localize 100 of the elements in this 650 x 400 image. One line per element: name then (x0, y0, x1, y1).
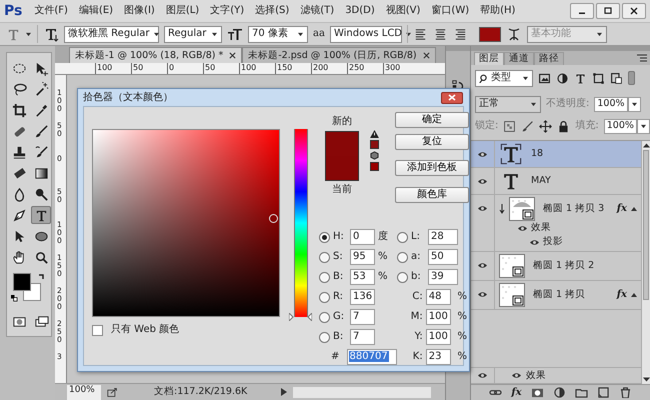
maximize-icon[interactable] (602, 5, 614, 17)
value-field[interactable]: 136 (350, 289, 375, 305)
dodge-icon[interactable] (34, 186, 48, 202)
caret-icon[interactable] (522, 76, 529, 80)
caret-icon[interactable] (211, 32, 218, 36)
dialog-button[interactable]: 复位 (395, 134, 469, 150)
image-filter-icon[interactable] (538, 72, 551, 84)
zoom-icon[interactable] (34, 250, 48, 264)
folder-icon[interactable] (574, 387, 588, 398)
radio-button[interactable] (397, 272, 408, 282)
brush-icon[interactable] (521, 120, 534, 132)
panel-tab[interactable]: 路径 (534, 52, 564, 65)
dialog-button[interactable]: 颜色库 (395, 187, 469, 203)
hue-slider-arrows[interactable] (289, 313, 312, 321)
hand-icon[interactable] (12, 250, 26, 264)
caret-icon[interactable] (630, 102, 638, 106)
value-field[interactable]: 53 (350, 269, 375, 285)
menu-item[interactable]: 文件(F) (34, 5, 68, 17)
close-button[interactable] (441, 92, 463, 104)
gamut-color-swatch[interactable] (370, 140, 378, 149)
value-field[interactable]: 95 (350, 249, 375, 265)
document-tab[interactable]: 未标题-2.psd @ 100% (日历, RGB/8) (242, 46, 436, 63)
eye-icon[interactable] (477, 261, 488, 270)
radio-button[interactable] (319, 252, 330, 262)
lasso-icon[interactable] (12, 82, 26, 96)
eye-icon[interactable] (477, 370, 488, 380)
lock-icon[interactable] (557, 120, 570, 132)
eye-icon[interactable] (477, 290, 488, 299)
menu-item[interactable]: 编辑(E) (78, 5, 114, 17)
mask-icon[interactable] (530, 387, 544, 398)
layer-row[interactable]: 椭圆 1 拷贝 3 fx 效果 投影 (471, 195, 641, 252)
fill-field[interactable]: 100% (604, 118, 637, 134)
smart-object-filter-icon[interactable] (610, 72, 623, 84)
play-arrow-icon[interactable] (281, 388, 288, 396)
layer-name[interactable]: 18 (531, 148, 544, 160)
gradient-icon[interactable] (34, 166, 48, 180)
radio-button[interactable] (319, 332, 330, 342)
radio-button[interactable] (397, 252, 408, 262)
menu-item[interactable]: 滤镜(T) (300, 5, 334, 17)
history-brush-icon[interactable] (34, 144, 48, 160)
text-orientation-icon[interactable] (43, 26, 59, 42)
close-icon[interactable] (422, 52, 430, 59)
color-swatches-drawing[interactable] (13, 273, 41, 301)
eye-icon[interactable] (511, 370, 522, 380)
radio-button[interactable] (319, 272, 330, 282)
layer-row[interactable]: 椭圆 1 拷贝 2 (471, 252, 641, 281)
menu-item[interactable]: 图层(L) (166, 5, 200, 17)
collapse-arrow-icon[interactable] (631, 207, 637, 211)
radio-button[interactable] (397, 232, 408, 242)
menu-item[interactable]: 图像(I) (124, 5, 155, 17)
move-cross-icon[interactable] (539, 120, 552, 132)
scroll-down-icon[interactable] (642, 377, 650, 382)
value-field[interactable]: 50 (428, 249, 458, 265)
dialog-button[interactable]: 添加到色板 (395, 160, 469, 176)
eraser-icon[interactable] (12, 166, 26, 180)
value-field[interactable]: 100 (426, 329, 452, 345)
saturation-brightness-field[interactable] (92, 129, 280, 317)
value-field[interactable]: 0 (350, 229, 375, 245)
font-style-select[interactable]: Regular (164, 26, 222, 42)
scroll-up-icon[interactable] (642, 143, 650, 148)
caret-icon[interactable] (25, 32, 32, 36)
layer-name[interactable]: 椭圆 1 拷贝 3 (543, 203, 604, 215)
opacity-field[interactable]: 100% (594, 96, 628, 112)
eye-icon[interactable] (517, 224, 528, 232)
radio-button[interactable] (319, 292, 330, 302)
pen-nib-icon[interactable] (12, 208, 26, 222)
eye-icon[interactable] (477, 204, 488, 213)
color-picker-ring[interactable] (269, 214, 278, 223)
menu-item[interactable]: 视图(V) (386, 5, 420, 17)
close-icon[interactable] (229, 52, 236, 59)
layer-row[interactable]: 18 (471, 141, 641, 168)
filter-toggle[interactable] (628, 71, 635, 85)
eye-icon[interactable] (477, 177, 488, 186)
value-field[interactable]: 28 (428, 229, 458, 245)
trash-icon[interactable] (618, 387, 632, 398)
layer-name[interactable]: 椭圆 1 拷贝 (533, 289, 586, 301)
text-color-swatch[interactable] (478, 26, 501, 42)
layer-row[interactable]: MAY (471, 168, 641, 195)
caret-icon[interactable] (297, 32, 304, 36)
value-field[interactable]: 7 (350, 329, 375, 345)
filter-select[interactable]: 类型 (475, 70, 533, 86)
brush-icon[interactable] (34, 124, 48, 138)
font-size-select[interactable]: 70 像素 (248, 26, 308, 42)
value-field[interactable]: 7 (350, 309, 375, 325)
export-icon[interactable] (107, 386, 118, 398)
hex-field[interactable]: 880707 (346, 349, 397, 365)
screen-mode-icon[interactable] (34, 314, 48, 328)
panel-tab[interactable]: 通道 (504, 52, 534, 65)
value-field[interactable]: 23 (426, 349, 452, 365)
magic-wand-icon[interactable] (34, 82, 48, 96)
layer-name[interactable]: 椭圆 1 拷贝 2 (533, 260, 594, 272)
font-family-select[interactable]: 微软雅黑 Regular (64, 26, 159, 42)
menu-item[interactable]: 3D(D) (345, 5, 375, 17)
scrollbar-thumb[interactable] (643, 150, 649, 300)
default-colors-icon[interactable] (11, 295, 18, 302)
layer-row[interactable]: 椭圆 1 拷贝 fx (471, 281, 641, 310)
caret-icon[interactable] (530, 102, 537, 106)
panel-tab[interactable]: 图层 (474, 52, 504, 65)
menu-item[interactable]: 帮助(H) (480, 5, 516, 17)
radio-button[interactable] (319, 312, 330, 322)
